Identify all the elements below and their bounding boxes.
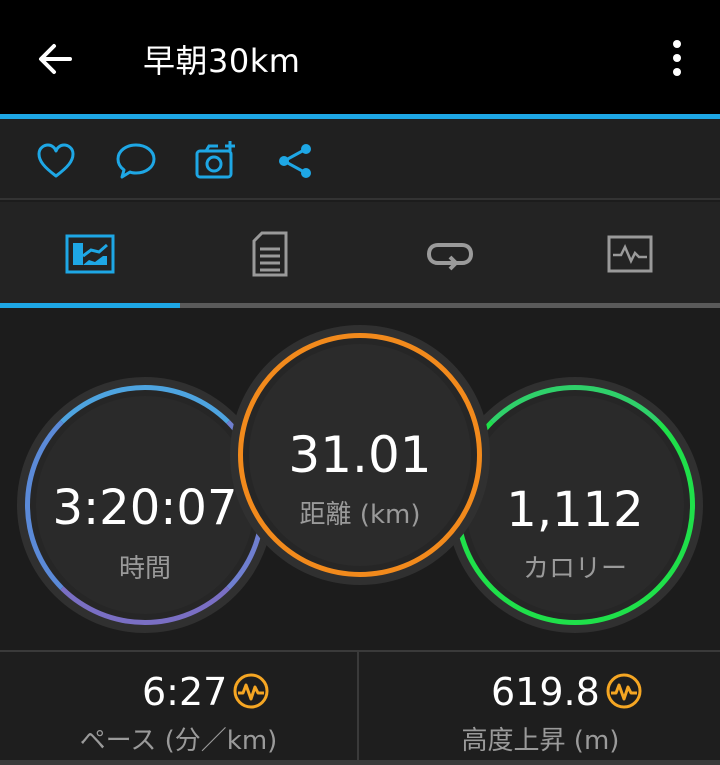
comment-icon xyxy=(116,143,156,179)
app-header: 早朝30km xyxy=(0,0,720,114)
bottom-edge xyxy=(0,760,720,765)
page-title: 早朝30km xyxy=(143,42,301,80)
activity-badge-icon xyxy=(233,673,269,709)
camera-add-icon xyxy=(195,141,235,179)
calories-label: カロリー xyxy=(522,554,627,584)
laps-icon xyxy=(426,243,474,271)
action-bar xyxy=(0,119,720,200)
elevation-badge xyxy=(605,672,643,710)
tab-graphs[interactable] xyxy=(540,202,720,306)
distance-label: 距離 (km) xyxy=(299,500,421,530)
share-icon xyxy=(279,144,311,178)
elevation-value: 619.8 xyxy=(491,670,600,714)
pace-cell[interactable]: 6:27 ペース (分／km) xyxy=(0,652,359,765)
tab-laps[interactable] xyxy=(360,202,540,306)
metrics-row: 6:27 ペース (分／km) 619.8 高度上昇 (m) xyxy=(0,650,720,765)
share-button[interactable] xyxy=(274,139,318,183)
more-vertical-icon xyxy=(673,40,681,76)
pace-label: ペース (分／km) xyxy=(79,726,278,756)
tab-details[interactable] xyxy=(180,202,360,306)
time-circle[interactable]: 3:20:07 時間 xyxy=(25,385,265,625)
activity-screen: 早朝30km 3:20:07 時間 1,112 カロリー 31.01 距離 (k… xyxy=(0,0,720,765)
pace-value: 6:27 xyxy=(142,670,228,714)
distance-value: 31.01 xyxy=(288,426,432,484)
details-icon xyxy=(252,231,288,277)
tab-overview[interactable] xyxy=(0,202,180,306)
more-options-button[interactable] xyxy=(660,36,694,82)
calories-circle[interactable]: 1,112 カロリー xyxy=(455,385,695,625)
graphs-icon xyxy=(607,235,653,273)
heart-icon xyxy=(37,143,75,178)
overview-icon xyxy=(65,234,115,274)
like-button[interactable] xyxy=(34,139,78,183)
comment-button[interactable] xyxy=(114,139,158,183)
time-label: 時間 xyxy=(118,554,171,584)
elevation-label: 高度上昇 (m) xyxy=(461,726,620,756)
tab-bar xyxy=(0,202,720,306)
distance-circle[interactable]: 31.01 距離 (km) xyxy=(238,333,482,577)
elevation-cell[interactable]: 619.8 高度上昇 (m) xyxy=(361,652,720,765)
back-button[interactable] xyxy=(30,34,80,84)
activity-badge-icon xyxy=(606,673,642,709)
add-photo-button[interactable] xyxy=(194,139,238,183)
arrow-left-icon xyxy=(39,44,72,74)
time-value: 3:20:07 xyxy=(52,480,238,536)
calories-value: 1,112 xyxy=(506,482,644,538)
pace-badge xyxy=(232,672,270,710)
